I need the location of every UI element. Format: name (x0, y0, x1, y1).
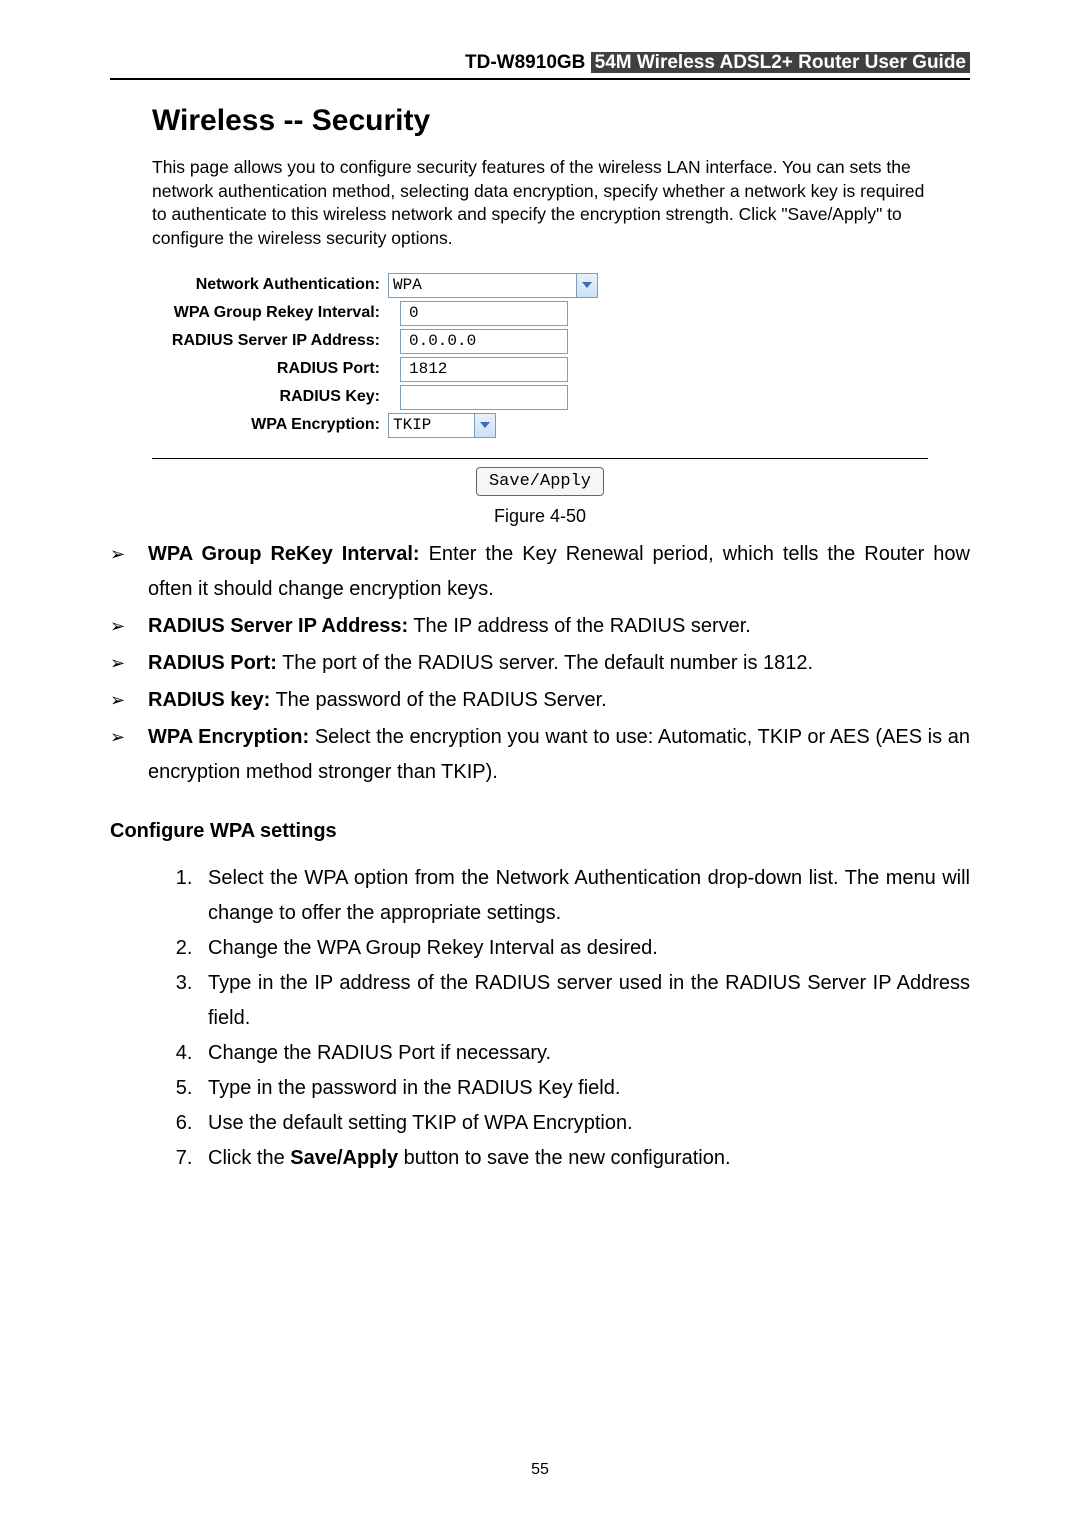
label-network-auth: Network Authentication: (152, 276, 388, 294)
figure-screenshot: Wireless -- Security This page allows yo… (152, 104, 928, 496)
divider (152, 458, 928, 459)
rekey-interval-value: 0 (409, 304, 419, 322)
figure-description: This page allows you to configure securi… (152, 156, 928, 251)
label-radius-port: RADIUS Port: (152, 360, 388, 378)
bullet-list: ➢ WPA Group ReKey Interval: Enter the Ke… (110, 537, 970, 790)
step-item: Change the WPA Group Rekey Interval as d… (198, 931, 970, 966)
label-rekey-interval: WPA Group Rekey Interval: (152, 304, 388, 322)
bullet-item: ➢ RADIUS Port: The port of the RADIUS se… (110, 646, 970, 681)
page-number: 55 (0, 1461, 1080, 1479)
step-item: Use the default setting TKIP of WPA Encr… (198, 1106, 970, 1141)
radius-port-value: 1812 (409, 360, 447, 378)
bullet-item: ➢ RADIUS key: The password of the RADIUS… (110, 683, 970, 718)
bullet-item: ➢ WPA Group ReKey Interval: Enter the Ke… (110, 537, 970, 607)
label-radius-ip: RADIUS Server IP Address: (152, 332, 388, 350)
chevron-down-icon (474, 414, 495, 437)
step-item: Click the Save/Apply button to save the … (198, 1141, 970, 1176)
radius-port-input[interactable]: 1812 (400, 357, 568, 382)
radius-ip-input[interactable]: 0.0.0.0 (400, 329, 568, 354)
network-auth-select[interactable]: WPA (388, 273, 598, 298)
bullet-arrow-icon: ➢ (110, 720, 148, 790)
model-number: TD-W8910GB (465, 52, 585, 73)
wpa-encryption-select[interactable]: TKIP (388, 413, 496, 438)
chevron-down-icon (576, 274, 597, 297)
bullet-item: ➢ WPA Encryption: Select the encryption … (110, 720, 970, 790)
doc-title: 54M Wireless ADSL2+ Router User Guide (591, 52, 970, 73)
step-item: Type in the IP address of the RADIUS ser… (198, 966, 970, 1036)
doc-header: TD-W8910GB 54M Wireless ADSL2+ Router Us… (110, 52, 970, 80)
label-radius-key: RADIUS Key: (152, 388, 388, 406)
radius-ip-value: 0.0.0.0 (409, 332, 476, 350)
bullet-arrow-icon: ➢ (110, 683, 148, 718)
figure-heading: Wireless -- Security (152, 104, 928, 138)
step-item: Change the RADIUS Port if necessary. (198, 1036, 970, 1071)
section-heading: Configure WPA settings (110, 820, 970, 843)
wpa-encryption-value: TKIP (393, 416, 431, 434)
bullet-item: ➢ RADIUS Server IP Address: The IP addre… (110, 609, 970, 644)
radius-key-input[interactable] (400, 385, 568, 410)
label-wpa-encryption: WPA Encryption: (152, 416, 388, 434)
bullet-arrow-icon: ➢ (110, 646, 148, 681)
save-apply-button[interactable]: Save/Apply (476, 467, 604, 496)
step-item: Select the WPA option from the Network A… (198, 861, 970, 931)
figure-caption: Figure 4-50 (110, 506, 970, 527)
network-auth-value: WPA (393, 276, 422, 294)
rekey-interval-input[interactable]: 0 (400, 301, 568, 326)
step-item: Type in the password in the RADIUS Key f… (198, 1071, 970, 1106)
steps-list: Select the WPA option from the Network A… (110, 861, 970, 1176)
bullet-arrow-icon: ➢ (110, 537, 148, 607)
bullet-arrow-icon: ➢ (110, 609, 148, 644)
